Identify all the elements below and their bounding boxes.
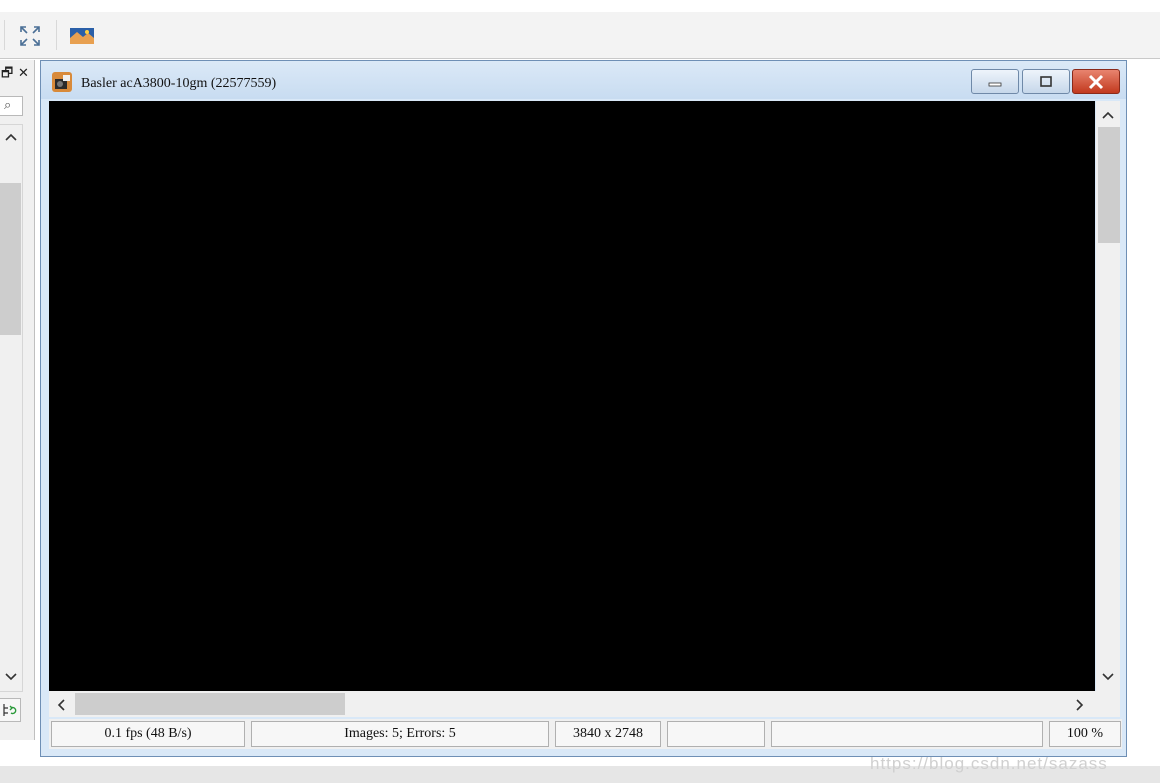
close-icon — [1088, 74, 1104, 89]
horizontal-scroll-thumb[interactable] — [75, 693, 345, 715]
chevron-left-icon[interactable] — [55, 698, 67, 712]
minimize-icon — [988, 82, 1002, 86]
chevron-down-icon[interactable] — [4, 671, 18, 683]
status-images-errors: Images: 5; Errors: 5 — [251, 721, 549, 747]
toolbar-separator — [56, 20, 57, 50]
camera-window: Basler acA3800-10gm (22577559) 0.1 fps (… — [40, 60, 1127, 757]
chevron-down-icon[interactable] — [1101, 671, 1115, 683]
restore-icon[interactable]: 🗗 — [1, 66, 13, 80]
main-toolbar — [0, 12, 1160, 59]
window-title: Basler acA3800-10gm (22577559) — [81, 76, 277, 91]
status-bar: 0.1 fps (48 B/s) Images: 5; Errors: 5 38… — [49, 719, 1122, 749]
panel-vertical-scrollbar[interactable] — [0, 124, 23, 692]
fullscreen-button[interactable] — [16, 22, 44, 50]
status-empty-1 — [667, 721, 765, 747]
chevron-up-icon[interactable] — [4, 131, 18, 143]
image-icon — [70, 28, 94, 44]
toolbar-separator — [4, 20, 5, 50]
status-empty-2 — [771, 721, 1043, 747]
status-zoom: 100 % — [1049, 721, 1121, 747]
maximize-button[interactable] — [1022, 69, 1070, 94]
close-window-button[interactable] — [1072, 69, 1120, 94]
status-resolution: 3840 x 2748 — [555, 721, 661, 747]
refresh-tree-button[interactable] — [0, 698, 21, 722]
maximize-icon — [1040, 75, 1052, 87]
minimize-button[interactable] — [971, 69, 1019, 94]
fullscreen-icon — [20, 26, 40, 46]
viewport-horizontal-scrollbar[interactable] — [49, 691, 1120, 717]
vertical-scroll-thumb[interactable] — [1098, 127, 1120, 243]
camera-icon — [52, 72, 72, 92]
viewport-vertical-scrollbar[interactable] — [1096, 101, 1120, 691]
chevron-up-icon[interactable] — [1101, 109, 1115, 121]
image-viewport[interactable] — [49, 101, 1095, 691]
close-icon[interactable]: ✕ — [18, 66, 29, 80]
search-icon: ⌕ — [4, 97, 12, 112]
panel-scroll-thumb[interactable] — [0, 183, 21, 335]
status-fps: 0.1 fps (48 B/s) — [51, 721, 245, 747]
image-view-button[interactable] — [68, 22, 96, 50]
panel-search-field[interactable]: ⌕ — [0, 96, 23, 116]
chevron-right-icon[interactable] — [1074, 698, 1086, 712]
window-titlebar[interactable]: Basler acA3800-10gm (22577559) — [41, 61, 1126, 99]
watermark: https://blog.csdn.net/sazass — [870, 754, 1108, 773]
refresh-tree-icon — [3, 704, 17, 716]
